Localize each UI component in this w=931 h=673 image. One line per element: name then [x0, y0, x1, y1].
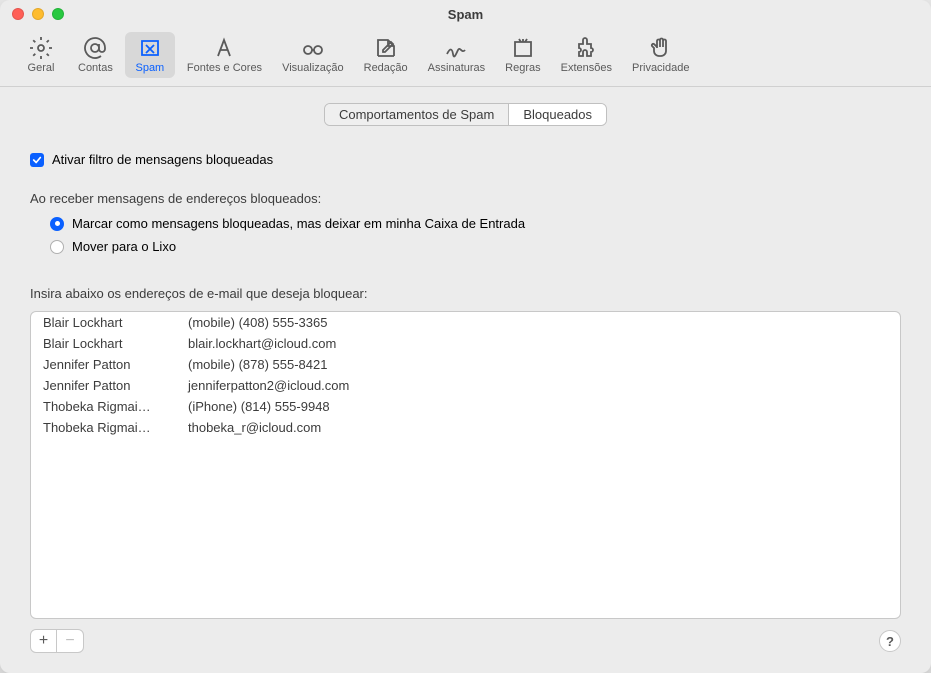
radio-mark-inbox[interactable] — [50, 217, 64, 231]
enable-filter-row: Ativar filtro de mensagens bloqueadas — [30, 152, 901, 167]
table-row[interactable]: Thobeka Rigmai… thobeka_r@icloud.com — [31, 417, 900, 438]
row-name: Jennifer Patton — [43, 378, 188, 393]
table-row[interactable]: Blair Lockhart (mobile) (408) 555-3365 — [31, 312, 900, 333]
puzzle-icon — [574, 36, 598, 60]
toolbar-spam[interactable]: Spam — [125, 32, 175, 78]
toolbar-label: Visualização — [282, 62, 344, 74]
receive-heading: Ao receber mensagens de endereços bloque… — [30, 191, 901, 206]
glasses-icon — [301, 36, 325, 60]
toolbar-contas[interactable]: Contas — [70, 32, 121, 78]
table-row[interactable]: Jennifer Patton (mobile) (878) 555-8421 — [31, 354, 900, 375]
toolbar-visualizacao[interactable]: Visualização — [274, 32, 352, 78]
toolbar: Geral Contas Spam Fontes e Cores Visuali… — [0, 28, 931, 87]
hand-icon — [649, 36, 673, 60]
toolbar-label: Fontes e Cores — [187, 62, 262, 74]
remove-button[interactable]: − — [57, 630, 83, 652]
toolbar-privacidade[interactable]: Privacidade — [624, 32, 697, 78]
traffic-lights — [12, 8, 64, 20]
check-icon — [32, 155, 42, 165]
toolbar-label: Contas — [78, 62, 113, 74]
row-address: (iPhone) (814) 555-9948 — [188, 399, 888, 414]
row-address: thobeka_r@icloud.com — [188, 420, 888, 435]
toolbar-label: Geral — [28, 62, 55, 74]
preferences-window: Spam Geral Contas Spam Fontes e Cores — [0, 0, 931, 673]
row-address: (mobile) (878) 555-8421 — [188, 357, 888, 372]
tab-spam-behaviors[interactable]: Comportamentos de Spam — [325, 104, 509, 125]
enable-filter-checkbox[interactable] — [30, 153, 44, 167]
row-name: Blair Lockhart — [43, 315, 188, 330]
radio-mark-inbox-label: Marcar como mensagens bloqueadas, mas de… — [72, 216, 525, 231]
minimize-window-button[interactable] — [32, 8, 44, 20]
rules-icon — [511, 36, 535, 60]
toolbar-label: Regras — [505, 62, 540, 74]
gear-icon — [29, 36, 53, 60]
toolbar-label: Spam — [135, 62, 164, 74]
close-window-button[interactable] — [12, 8, 24, 20]
tab-blocked[interactable]: Bloqueados — [509, 104, 606, 125]
radio-mark-inbox-row: Marcar como mensagens bloqueadas, mas de… — [50, 216, 901, 231]
window-title: Spam — [448, 7, 483, 22]
toolbar-redacao[interactable]: Redação — [356, 32, 416, 78]
row-name: Jennifer Patton — [43, 357, 188, 372]
toolbar-label: Redação — [364, 62, 408, 74]
signature-icon — [444, 36, 468, 60]
radio-move-trash[interactable] — [50, 240, 64, 254]
toolbar-geral[interactable]: Geral — [16, 32, 66, 78]
row-name: Thobeka Rigmai… — [43, 420, 188, 435]
toolbar-extensoes[interactable]: Extensões — [553, 32, 620, 78]
add-remove-group: + − — [30, 629, 84, 653]
toolbar-label: Privacidade — [632, 62, 689, 74]
table-row[interactable]: Blair Lockhart blair.lockhart@icloud.com — [31, 333, 900, 354]
zoom-window-button[interactable] — [52, 8, 64, 20]
toolbar-fontes[interactable]: Fontes e Cores — [179, 32, 270, 78]
add-button[interactable]: + — [31, 630, 57, 652]
enable-filter-label: Ativar filtro de mensagens bloqueadas — [52, 152, 273, 167]
toolbar-regras[interactable]: Regras — [497, 32, 548, 78]
spam-icon — [138, 36, 162, 60]
at-icon — [83, 36, 107, 60]
blocked-table[interactable]: Blair Lockhart (mobile) (408) 555-3365 B… — [30, 311, 901, 619]
row-address: blair.lockhart@icloud.com — [188, 336, 888, 351]
radio-move-trash-label: Mover para o Lixo — [72, 239, 176, 254]
toolbar-label: Assinaturas — [428, 62, 485, 74]
titlebar: Spam — [0, 0, 931, 28]
toolbar-label: Extensões — [561, 62, 612, 74]
row-name: Thobeka Rigmai… — [43, 399, 188, 414]
row-address: jenniferpatton2@icloud.com — [188, 378, 888, 393]
table-row[interactable]: Jennifer Patton jenniferpatton2@icloud.c… — [31, 375, 900, 396]
row-address: (mobile) (408) 555-3365 — [188, 315, 888, 330]
radio-move-trash-row: Mover para o Lixo — [50, 239, 901, 254]
sub-tabs: Comportamentos de Spam Bloqueados — [324, 103, 607, 126]
table-heading: Insira abaixo os endereços de e-mail que… — [30, 286, 901, 301]
content-pane: Comportamentos de Spam Bloqueados Ativar… — [0, 87, 931, 673]
font-icon — [212, 36, 236, 60]
help-button[interactable]: ? — [879, 630, 901, 652]
blocked-table-body: Blair Lockhart (mobile) (408) 555-3365 B… — [31, 312, 900, 438]
compose-icon — [374, 36, 398, 60]
footer: + − ? — [30, 629, 901, 653]
table-row[interactable]: Thobeka Rigmai… (iPhone) (814) 555-9948 — [31, 396, 900, 417]
row-name: Blair Lockhart — [43, 336, 188, 351]
toolbar-assinaturas[interactable]: Assinaturas — [420, 32, 493, 78]
receive-radio-group: Marcar como mensagens bloqueadas, mas de… — [30, 216, 901, 262]
